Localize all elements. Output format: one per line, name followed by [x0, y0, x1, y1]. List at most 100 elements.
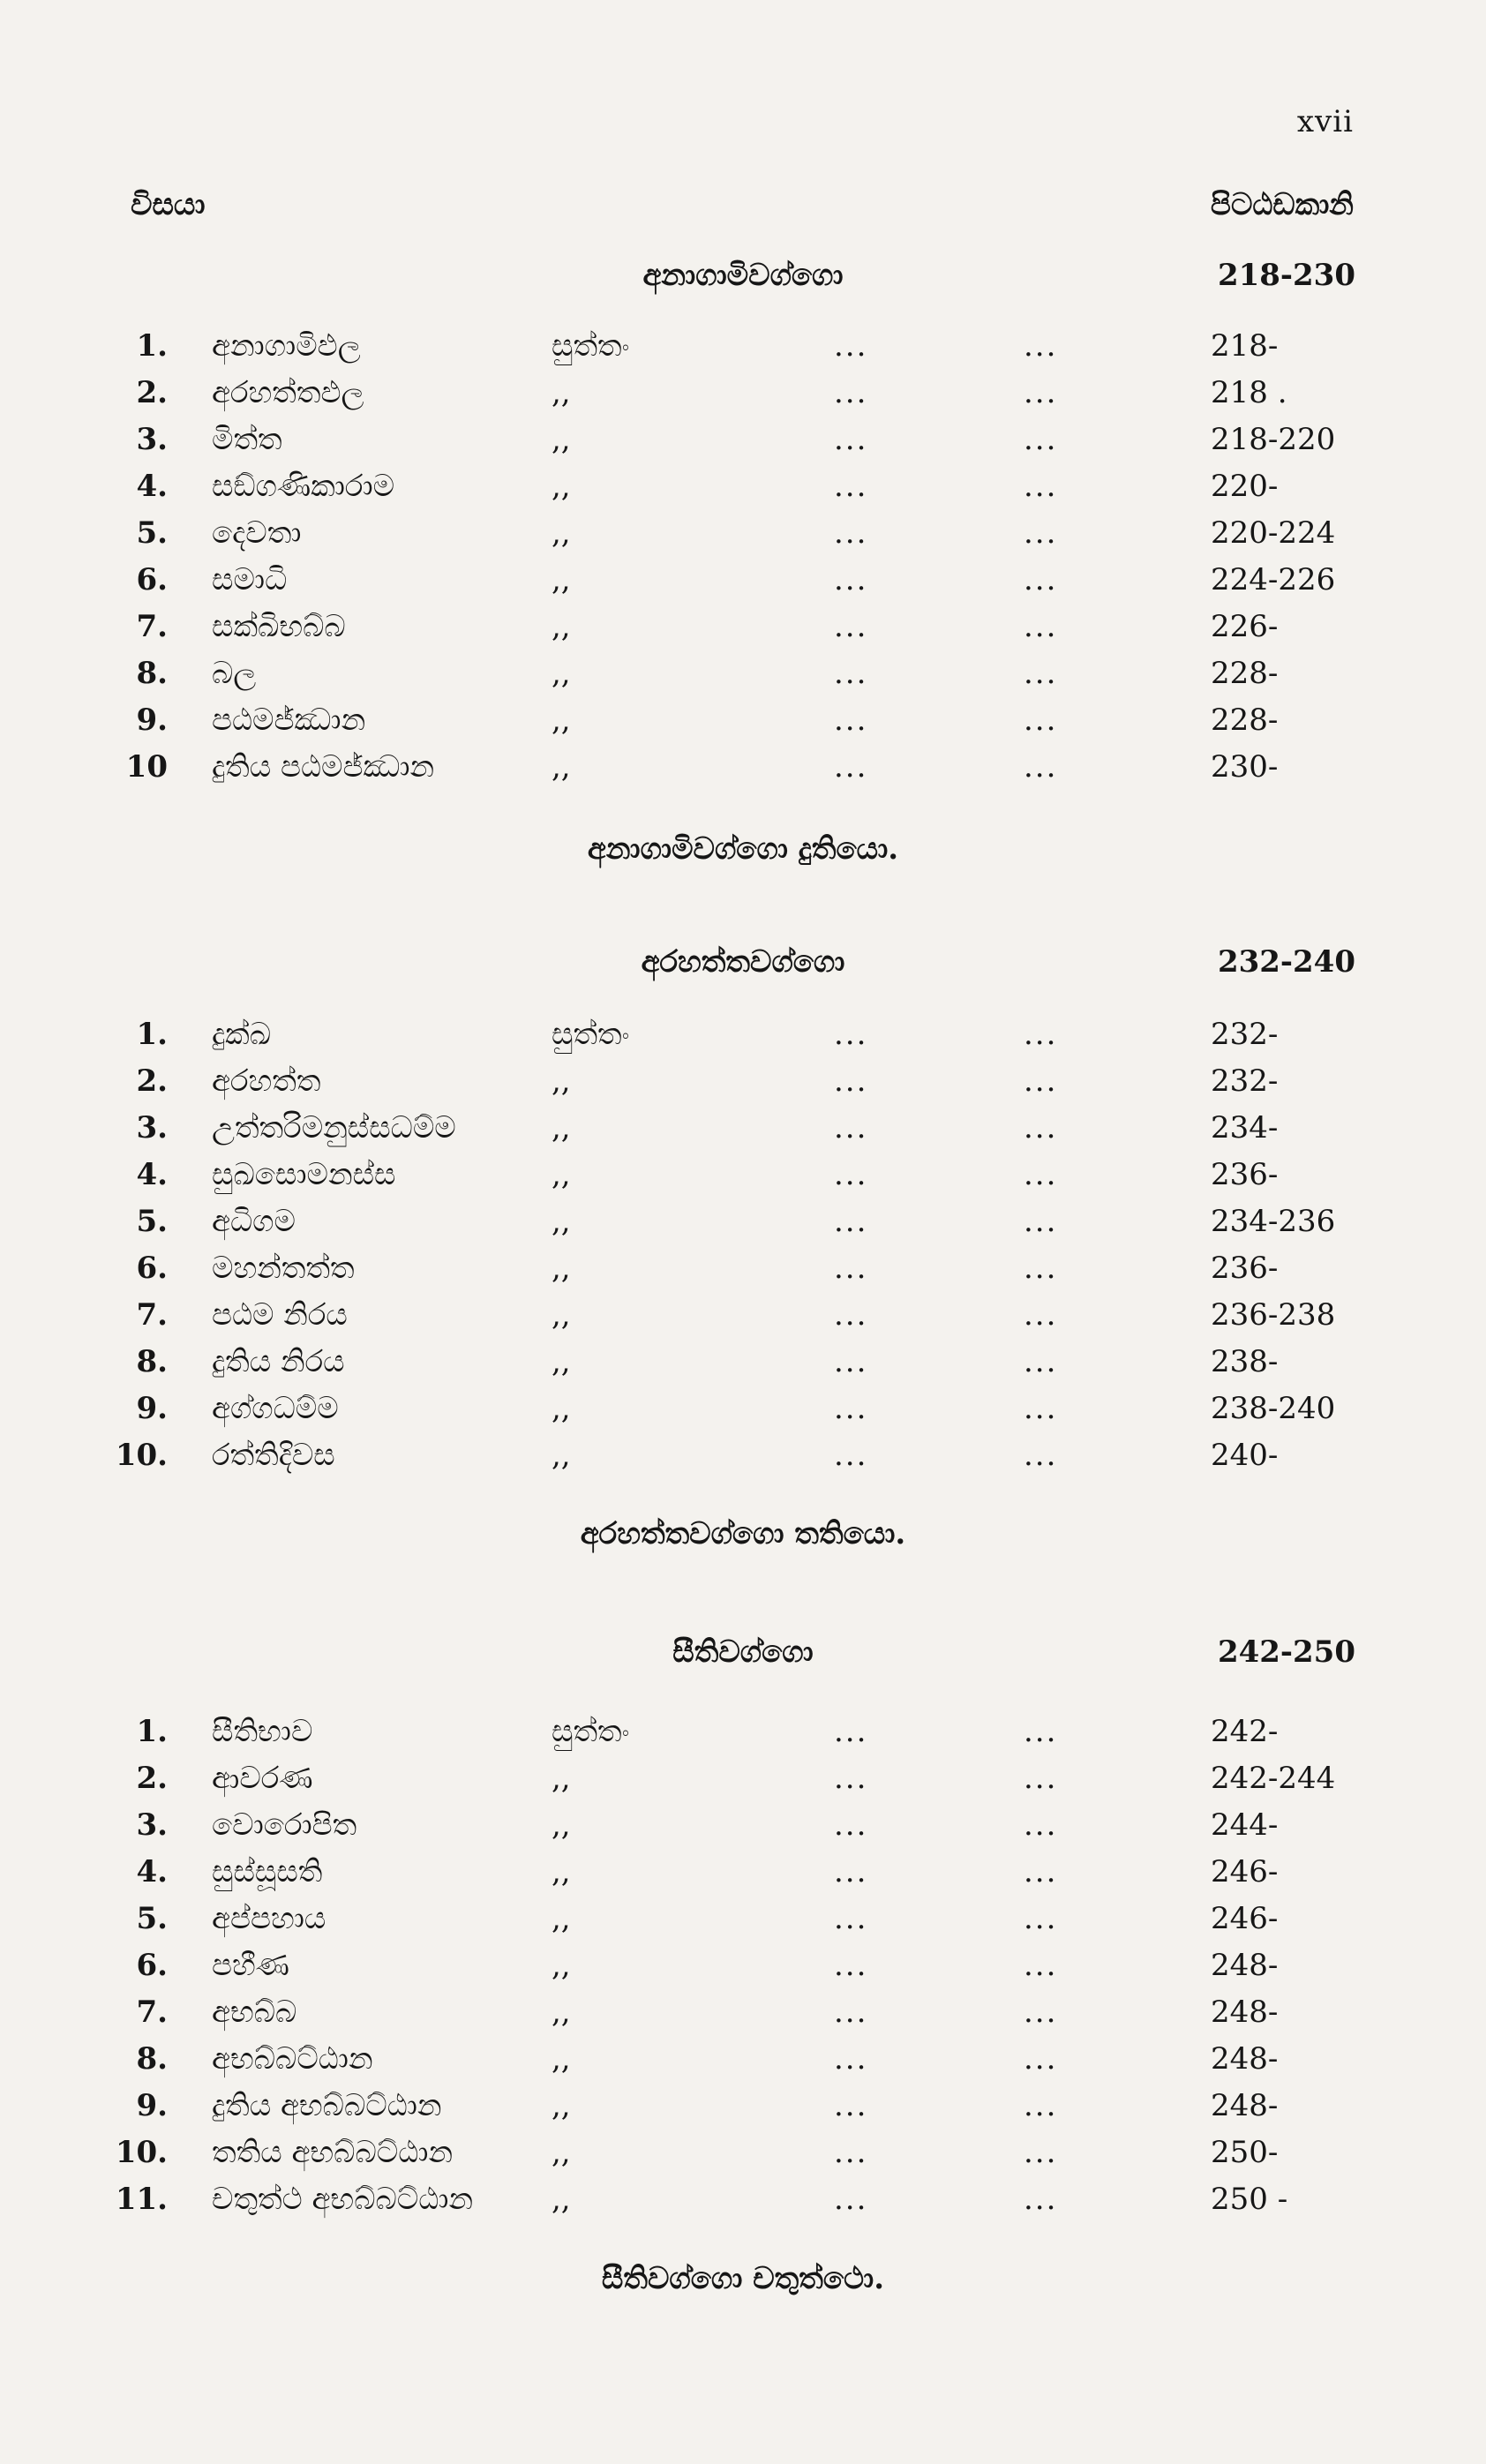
entry-number: 2. [136, 1761, 169, 1796]
sutta-label: ,, [552, 515, 571, 551]
leader-dots: ... [834, 1901, 868, 1936]
sutta-label: ,, [552, 1063, 571, 1099]
index-row: 6. පහීණ,,...... 248- [0, 1948, 1486, 1994]
leader-dots: ... [834, 2182, 868, 2217]
leader-dots: ... [834, 469, 868, 504]
entry-pages: 218 . [1211, 375, 1287, 410]
entry-title: අනාගාමිඵල [212, 328, 361, 364]
entry-title: චතුත්ථ අභබ්බට්ඨාන [212, 2182, 474, 2217]
index-row: 2. අරහත්ත,,...... 232- [0, 1063, 1486, 1109]
leader-dots: ... [834, 1714, 868, 1749]
sutta-label: ,, [552, 562, 571, 597]
entry-number: 3. [136, 1807, 169, 1843]
entry-pages: 220- [1211, 469, 1279, 504]
index-row: 7. සක්ඛිභබ්බ,,...... 226- [0, 609, 1486, 655]
leader-dots: ... [834, 1344, 868, 1379]
entry-number: 2. [136, 1063, 169, 1099]
entry-title: සුස්සූසති [212, 1854, 323, 1889]
leader-dots: ... [1024, 2182, 1058, 2217]
sutta-label: ,, [552, 1948, 571, 1983]
index-row: 7. පඨම නිරය,,...... 236-238 [0, 1297, 1486, 1343]
entry-number: 6. [136, 562, 169, 597]
leader-dots: ... [1024, 1204, 1058, 1239]
leader-dots: ... [1024, 422, 1058, 457]
leader-dots: ... [1024, 749, 1058, 785]
index-row: 6. මහන්තත්ත,,...... 236- [0, 1251, 1486, 1296]
leader-dots: ... [834, 1438, 868, 1473]
index-row: 10 දුතිය පඨමජ්ඣාන,,...... 230- [0, 749, 1486, 795]
entry-pages: 232- [1211, 1017, 1279, 1052]
entry-title: අප්පහාය [212, 1901, 326, 1936]
leader-dots: ... [1024, 702, 1058, 738]
leader-dots: ... [834, 656, 868, 691]
leader-dots: ... [834, 328, 868, 364]
index-row: 3. උත්තරිමනුස්සධම්ම,,...... 234- [0, 1110, 1486, 1156]
entry-number: 1. [136, 1017, 169, 1052]
entry-number: 8. [136, 1344, 169, 1379]
leader-dots: ... [1024, 1994, 1058, 2030]
sutta-label: ,, [552, 1994, 571, 2030]
entry-title: පඨම නිරය [212, 1297, 348, 1333]
entry-number: 2. [136, 375, 169, 410]
entry-title: තතිය අභබ්බට්ඨාන [212, 2135, 454, 2170]
index-row: 2. ආවරණ,,...... 242-244 [0, 1761, 1486, 1807]
entry-pages: 248- [1211, 1994, 1279, 2030]
leader-dots: ... [1024, 375, 1058, 410]
entry-title: දුතිය නිරය [212, 1344, 345, 1379]
index-row: 5. දෙවතා,,...... 220-224 [0, 515, 1486, 561]
index-row: 5. අධිගම,,...... 234-236 [0, 1204, 1486, 1250]
leader-dots: ... [834, 1994, 868, 2030]
leader-dots: ... [834, 2088, 868, 2123]
entry-number: 3. [136, 422, 169, 457]
index-row: 11. චතුත්ථ අභබ්බට්ඨාන,,...... 250 - [0, 2182, 1486, 2227]
index-row: 1. අනාගාමිඵල සුත්තං...... 218- [0, 328, 1486, 374]
entry-number: 5. [136, 1204, 169, 1239]
sutta-label: ,, [552, 1807, 571, 1843]
entry-title: සීතිභාව [212, 1714, 313, 1749]
entry-number: 7. [136, 609, 169, 644]
section-page-range: 242-250 [1217, 1634, 1355, 1670]
leader-dots: ... [834, 1157, 868, 1192]
sutta-label: ,, [552, 1854, 571, 1889]
leader-dots: ... [834, 1063, 868, 1099]
leader-dots: ... [834, 749, 868, 785]
index-row: 10. තතිය අභබ්බට්ඨාන,,...... 250- [0, 2135, 1486, 2181]
entry-title: ආවරණ [212, 1761, 313, 1796]
leader-dots: ... [834, 1761, 868, 1796]
leader-dots: ... [834, 515, 868, 551]
leader-dots: ... [1024, 656, 1058, 691]
index-row: 1. දුක්ඛ සුත්තං...... 232- [0, 1017, 1486, 1063]
leader-dots: ... [834, 422, 868, 457]
entry-number: 1. [136, 328, 169, 364]
sutta-label: ,, [552, 2182, 571, 2217]
entry-pages: 248- [1211, 2088, 1279, 2123]
leader-dots: ... [1024, 1761, 1058, 1796]
leader-dots: ... [834, 702, 868, 738]
index-row: 5. අප්පහාය,,...... 246- [0, 1901, 1486, 1947]
leader-dots: ... [834, 609, 868, 644]
leader-dots: ... [834, 1017, 868, 1052]
entry-number: 5. [136, 1901, 169, 1936]
entry-number: 3. [136, 1110, 169, 1146]
entry-number: 6. [136, 1251, 169, 1286]
entry-pages: 246- [1211, 1901, 1279, 1936]
sutta-label: ,, [552, 1157, 571, 1192]
entry-title: අභබ්බ [212, 1994, 297, 2030]
leader-dots: ... [834, 1251, 868, 1286]
entry-pages: 218- [1211, 328, 1279, 364]
index-row: 4. සඞ්ගණිකාරාම,,...... 220- [0, 469, 1486, 515]
entry-number: 8. [136, 656, 169, 691]
sutta-label: ,, [552, 2135, 571, 2170]
leader-dots: ... [1024, 1110, 1058, 1146]
index-row: 8. බල,,...... 228- [0, 656, 1486, 702]
entry-pages: 228- [1211, 702, 1279, 738]
section-page-range: 232-240 [1217, 944, 1355, 980]
entry-title: සඞ්ගණිකාරාම [212, 469, 395, 504]
entry-pages: 236-238 [1211, 1297, 1336, 1333]
entry-title: මිත්ත [212, 422, 282, 457]
index-row: 8. අභබ්බට්ඨාන,,...... 248- [0, 2041, 1486, 2087]
sutta-label: ,, [552, 1761, 571, 1796]
entry-number: 7. [136, 1994, 169, 2030]
entry-title: පඨමජ්ඣාන [212, 702, 366, 738]
leader-dots: ... [1024, 1157, 1058, 1192]
